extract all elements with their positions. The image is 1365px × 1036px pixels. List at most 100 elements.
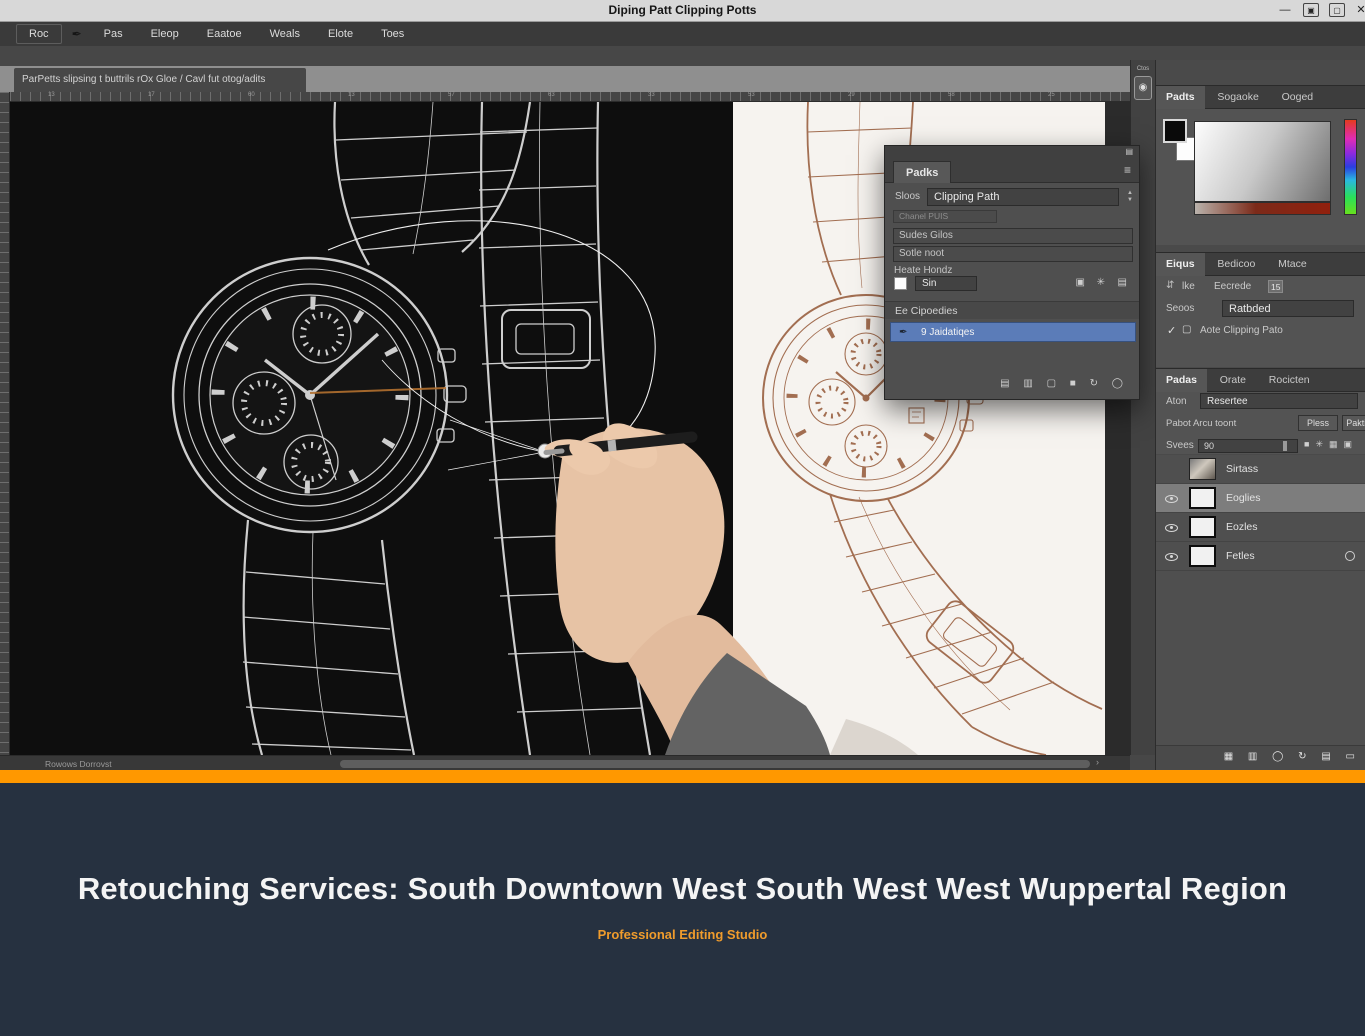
spin-up-icon[interactable]: ▲: [1127, 190, 1133, 196]
layer-name: Fetles: [1226, 550, 1255, 562]
restore-icon[interactable]: ▣: [1303, 3, 1319, 17]
dialog-tab-row: Padks ≡: [885, 159, 1139, 183]
delete-path-icon[interactable]: ◯: [1112, 378, 1123, 389]
adjustment-layer-icon[interactable]: ◯: [1272, 751, 1283, 762]
close-icon[interactable]: ✕: [1353, 3, 1365, 17]
color-field[interactable]: [1194, 121, 1331, 202]
paths-row-icons[interactable]: ■✳▦▣: [1304, 439, 1358, 450]
ruler-label: 25: [1048, 92, 1055, 98]
tab-eiqus[interactable]: Eiqus: [1156, 253, 1205, 276]
pless-button[interactable]: Pless: [1298, 415, 1338, 431]
sort-icon[interactable]: ⇵: [1166, 280, 1174, 291]
path-name-field[interactable]: Clipping Path: [927, 188, 1119, 206]
document-tab[interactable]: ParPetts slipsing t buttrils rOx Gloe / …: [14, 68, 306, 92]
collapse-strip-label: Ctos: [1131, 66, 1155, 72]
option-grid-icon[interactable]: ▣: [1076, 277, 1085, 288]
vertical-ruler: [0, 92, 10, 755]
layer-thumbnail[interactable]: [1189, 545, 1216, 567]
layer-style-icon[interactable]: ▥: [1248, 751, 1257, 762]
hamburger-icon[interactable]: ≡: [1124, 163, 1131, 177]
tab-rocicten[interactable]: Rocicten: [1259, 369, 1320, 392]
option-bars-icon[interactable]: ✳: [1097, 277, 1105, 288]
visibility-eye-icon[interactable]: [1165, 553, 1178, 561]
layer-row-eoglies[interactable]: Eoglies: [1156, 484, 1365, 513]
menu-item-pas[interactable]: Pas: [92, 25, 135, 43]
mask-icon[interactable]: ■: [1070, 378, 1076, 389]
color-ramp[interactable]: [1194, 202, 1331, 215]
layer-row-sirtass[interactable]: Sirtass: [1156, 455, 1365, 484]
paths-panel: Padas Orate Rocicten Aton Resertee Pabot…: [1156, 368, 1365, 455]
props-label-lke: lke: [1182, 281, 1195, 292]
tab-mtace[interactable]: Mtace: [1268, 253, 1317, 276]
banner-title: Retouching Services: South Downtown West…: [0, 783, 1365, 907]
tab-sogaoke[interactable]: Sogaoke: [1207, 86, 1268, 109]
minimize-icon[interactable]: —: [1277, 3, 1293, 17]
svees-label: Svees: [1166, 440, 1194, 451]
stroke-path-icon[interactable]: ▥: [1023, 378, 1032, 389]
channel-button[interactable]: Chanel PUIS: [893, 210, 997, 223]
tab-padas[interactable]: Padas: [1156, 369, 1207, 392]
hue-slider[interactable]: [1344, 119, 1357, 215]
properties-panel: Eiqus Bedicoo Mtace ⇵ lke Eecrede 15 Seo…: [1156, 252, 1365, 368]
flatness-checkbox[interactable]: [894, 277, 907, 290]
props-badge[interactable]: 15: [1268, 280, 1283, 293]
tab-orate[interactable]: Orate: [1210, 369, 1256, 392]
properties-panel-tabs: Eiqus Bedicoo Mtace: [1156, 252, 1365, 276]
foreground-color-swatch[interactable]: [1163, 119, 1187, 143]
new-group-icon[interactable]: ↻: [1298, 751, 1306, 762]
tab-ooged[interactable]: Ooged: [1272, 86, 1324, 109]
grid-icon[interactable]: ▦: [1329, 439, 1344, 449]
star-icon[interactable]: ✳: [1315, 439, 1329, 449]
ruler-label: 13: [48, 92, 55, 98]
seoos-field[interactable]: Ratbded: [1222, 300, 1354, 317]
layer-thumbnail[interactable]: [1189, 516, 1216, 538]
aton-dropdown[interactable]: Resertee: [1200, 393, 1358, 409]
slider-thumb[interactable]: [1283, 441, 1287, 451]
boxed-icon[interactable]: ▣: [1344, 439, 1359, 449]
pakticio-button[interactable]: Pakticio: [1342, 415, 1365, 431]
spin-down-icon[interactable]: ▼: [1127, 197, 1133, 203]
menu-item-eaatoe[interactable]: Eaatoe: [195, 25, 254, 43]
menu-item-roc[interactable]: Roc: [16, 24, 62, 44]
clipping-path-dialog: ▤ Padks ≡ Sloos Clipping Path ▲▼ Chanel …: [884, 145, 1140, 400]
link-layers-icon[interactable]: ▦: [1224, 751, 1233, 762]
auto-clipping-path-label[interactable]: Aote Clipping Pato: [1200, 325, 1283, 336]
selection-path-icon[interactable]: ▢: [1047, 378, 1056, 389]
layer-row-fetles[interactable]: Fetles: [1156, 542, 1365, 571]
fill-path-icon[interactable]: ▤: [1000, 378, 1009, 389]
layer-thumbnail[interactable]: [1189, 487, 1216, 509]
spinner-icons[interactable]: ▲▼: [1127, 190, 1133, 204]
menu-item-elote[interactable]: Elote: [316, 25, 365, 43]
layer-row-eozles[interactable]: Eozles: [1156, 513, 1365, 542]
svees-slider[interactable]: 90: [1198, 439, 1298, 453]
tab-bedicoo[interactable]: Bedicoo: [1207, 253, 1265, 276]
block-icon[interactable]: ■: [1304, 439, 1315, 449]
selected-path-item[interactable]: ✒ 9 Jaidatiqes: [890, 322, 1136, 342]
cursor-icon: ✒: [899, 323, 907, 343]
visibility-eye-icon[interactable]: [1165, 495, 1178, 503]
layer-circle-icon[interactable]: [1345, 551, 1355, 561]
menu-item-toes[interactable]: Toes: [369, 25, 416, 43]
panel-mini-icon[interactable]: ▤: [1125, 147, 1133, 156]
selected-path-label: 9 Jaidatiqes: [921, 323, 974, 343]
frame-icon[interactable]: ▢: [1329, 3, 1345, 17]
menu-item-eleop[interactable]: Eleop: [139, 25, 191, 43]
banner: Retouching Services: South Downtown West…: [0, 783, 1365, 1036]
menu-item-weals[interactable]: Weals: [258, 25, 312, 43]
tool-stamp-icon[interactable]: ✒: [66, 27, 88, 41]
delete-layer-icon[interactable]: ▭: [1346, 751, 1355, 762]
option-rows-icon[interactable]: ▤: [1118, 277, 1127, 288]
visibility-eye-icon[interactable]: [1165, 524, 1178, 532]
flatness-field[interactable]: Sin: [915, 276, 977, 291]
layer-thumbnail-photo[interactable]: [1189, 458, 1216, 480]
horizontal-scrollbar[interactable]: [340, 760, 1090, 768]
ruler-label: 53: [748, 92, 755, 98]
new-path-icon[interactable]: ↻: [1090, 378, 1098, 389]
sotle-field[interactable]: Sotle noot: [893, 246, 1133, 262]
scroll-arrow-icon[interactable]: ›: [1096, 757, 1099, 767]
collapse-panel-icon[interactable]: ◉: [1134, 76, 1152, 100]
tab-padts[interactable]: Padts: [1156, 86, 1205, 109]
sudes-field[interactable]: Sudes Gilos: [893, 228, 1133, 244]
dialog-tab-paths[interactable]: Padks: [893, 161, 951, 183]
new-layer-icon[interactable]: ▤: [1321, 751, 1330, 762]
